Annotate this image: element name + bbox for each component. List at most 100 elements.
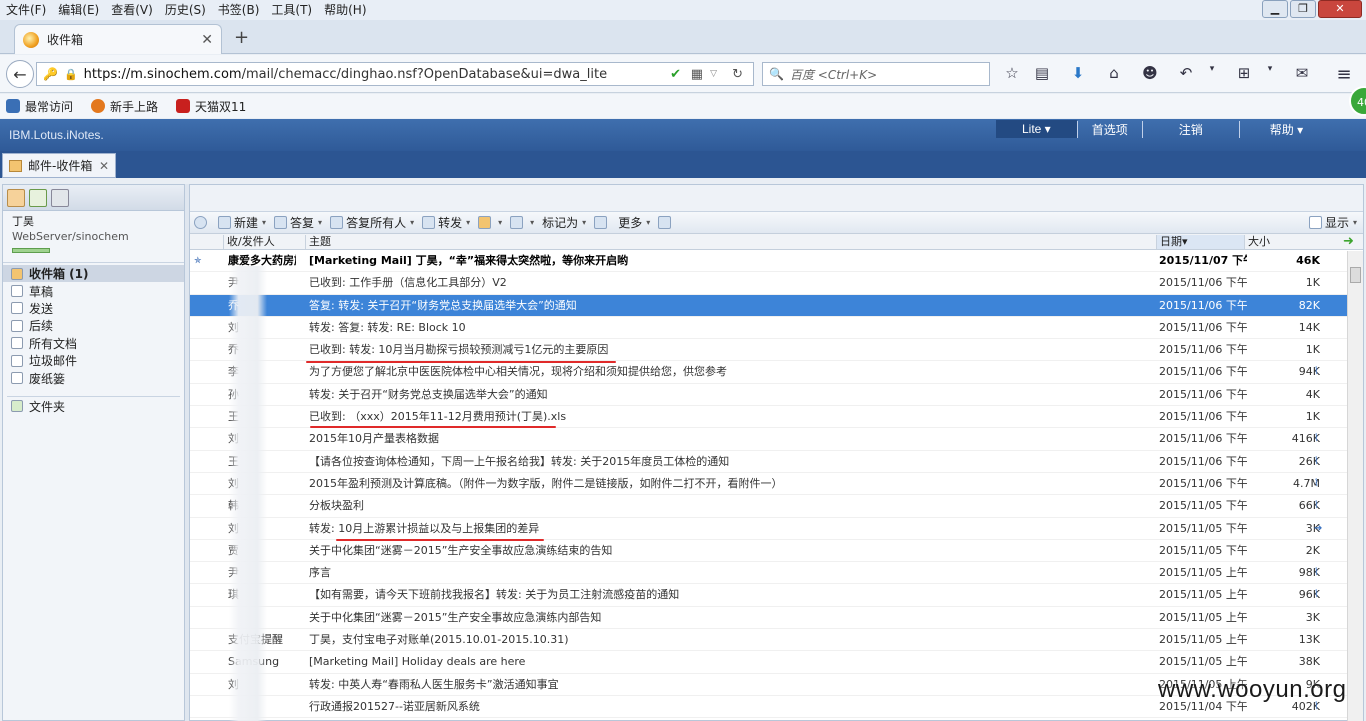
email-size: 26K — [1298, 454, 1320, 468]
table-row[interactable]: 孙 转发: 关于召开“财务党总支换届选举大会”的通知 2015/11/06 下午03… — [190, 384, 1363, 407]
mark-as-button[interactable]: 标记为 ▾ — [542, 214, 586, 231]
bookmark-getting-started[interactable]: 新手上路 — [91, 98, 158, 115]
close-window-icon[interactable]: ✕ — [1318, 0, 1362, 18]
calendar-icon[interactable] — [29, 188, 47, 207]
shield-icon[interactable]: ✔ — [670, 67, 681, 82]
table-row[interactable]: 韩 分板块盈利 2015/11/05 下午08 66K⌇ — [190, 495, 1363, 518]
table-row[interactable]: 关于中化集团“迷雾－2015”生产安全事故应急演练内部告知 2015/11/05 … — [190, 607, 1363, 630]
table-row[interactable]: 王 【请各位按查询体检通知，下周一上午报名给我】转发: 关于2015年度员工体检的… — [190, 451, 1363, 473]
home-icon[interactable]: ⌂ — [1104, 64, 1124, 84]
message-icon[interactable]: ✉ — [1292, 64, 1312, 84]
email-from: 乔 — [228, 343, 239, 357]
folder-junk[interactable]: 垃圾邮件 — [3, 352, 184, 369]
contacts-icon[interactable] — [51, 188, 69, 207]
back-icon[interactable]: ← — [6, 60, 34, 88]
column-date[interactable]: 日期▾ — [1156, 235, 1244, 249]
folder-all-documents[interactable]: 所有文档 — [3, 335, 184, 352]
table-row[interactable]: 支付宝提醒 丁昊，支付宝电子对账单(2015.10.01-2015.10.31) 2… — [190, 629, 1363, 652]
table-row[interactable]: 刘 2015年10月产量表格数据 2015/11/06 下午02 416K⌇ — [190, 428, 1363, 451]
chat-icon[interactable]: ☻ — [1140, 64, 1160, 84]
url-bar[interactable]: 🔑 🔒 https://m.sinochem.com/mail/chemacc/… — [36, 62, 754, 86]
table-row[interactable]: 李 为了方便您了解北京中医医院体检中心相关情况，现将介绍和须知提供给您，供您参考 2… — [190, 361, 1363, 384]
forward-button[interactable]: 转发 ▾ — [422, 214, 470, 231]
identity-icon[interactable]: 🔑 — [43, 67, 58, 81]
table-row[interactable]: ✯ 康爱多大药房旗舰 [Marketing Mail] 丁昊，“幸”福来得太突然啦，… — [190, 250, 1363, 273]
email-from: 乔 — [228, 298, 239, 312]
menu-file[interactable]: 文件(F) — [0, 0, 52, 20]
vertical-scrollbar[interactable] — [1347, 251, 1363, 721]
email-subject: 【如有需要，请今天下班前找我报名】转发: 关于为员工注射流感疫苗的通知 — [309, 588, 680, 602]
table-row[interactable]: 刘 2015年盈利预测及计算底稿。（附件一为数字版，附件二是链接版，如附件二打不开… — [190, 473, 1363, 496]
unread-star-icon — [194, 674, 208, 696]
unread-star-icon — [194, 272, 208, 294]
dropdown-arrow-icon[interactable]: ▽ — [710, 69, 717, 79]
table-row[interactable]: 贾 关于中化集团“迷雾－2015”生产安全事故应急演练结束的告知 2015/11/0… — [190, 540, 1363, 563]
search-input[interactable]: 🔍 百度 <Ctrl+K> — [762, 62, 990, 86]
column-size[interactable]: 大小 — [1244, 235, 1308, 249]
qrcode-icon[interactable]: ▦ — [691, 67, 703, 82]
folder-drafts[interactable]: 草稿 — [3, 282, 184, 299]
table-row[interactable]: Samsung [Marketing Mail] Holiday deals ar… — [190, 651, 1363, 674]
reload-icon[interactable]: ↻ — [732, 67, 743, 82]
email-from: 刘 — [228, 521, 239, 535]
bookmark-star-icon[interactable]: ☆ — [1002, 64, 1022, 84]
reading-list-icon[interactable]: ▤ — [1032, 64, 1052, 84]
folder-inbox[interactable]: 收件箱 (1) — [3, 265, 184, 283]
refresh-button[interactable] — [194, 216, 210, 229]
column-subject[interactable]: 主题 — [305, 235, 1156, 249]
table-row[interactable]: 乔 已收到: 转发: 10月当月勘探亏损较预测减亏1亿元的主要原因 2015/11/… — [190, 339, 1363, 362]
table-row[interactable]: 刘 转发: 10月上游累计损益以及与上报集团的差异 2015/11/05 下午01 3… — [190, 518, 1363, 540]
table-row[interactable]: 刘 转发: 答复: 转发: RE: Block 10 2015/11/06 下午04… — [190, 317, 1363, 340]
hamburger-menu-icon[interactable]: ≡ — [1334, 64, 1354, 85]
move-folder-button[interactable]: ▾ — [478, 216, 502, 229]
crop-icon[interactable]: ⊞ — [1234, 64, 1254, 84]
table-row[interactable]: 尹 序言 2015/11/05 上午10 98K⌇ — [190, 562, 1363, 585]
close-tab-icon[interactable]: ✕ — [201, 32, 213, 48]
close-app-tab-icon[interactable]: ✕ — [99, 159, 109, 173]
table-row[interactable]: 琪 【如有需要，请今天下班前找我报名】转发: 关于为员工注射流感疫苗的通知 2015… — [190, 584, 1363, 607]
new-button[interactable]: 新建 ▾ — [218, 214, 266, 231]
folder-trash[interactable]: 废纸篓 — [3, 369, 184, 386]
browser-tab-inbox[interactable]: 收件箱 ✕ — [14, 24, 222, 54]
lite-menu[interactable]: Lite ▾ — [996, 120, 1077, 138]
menu-history[interactable]: 历史(S) — [159, 0, 212, 20]
email-subject: 序言 — [309, 566, 331, 580]
table-row[interactable]: 尹 已收到: 工作手册（信息化工具部分）V2 2015/11/06 下午04 1K — [190, 272, 1363, 295]
undo-icon[interactable]: ↶ — [1176, 64, 1196, 84]
flag-button[interactable]: ▾ — [510, 216, 534, 229]
column-from[interactable]: 收/发件人 — [223, 235, 305, 249]
menu-bookmarks[interactable]: 书签(B) — [212, 0, 266, 20]
next-page-icon[interactable]: ➜ — [1343, 234, 1354, 249]
new-tab-icon[interactable]: + — [234, 27, 249, 48]
menu-help[interactable]: 帮助(H) — [318, 0, 372, 20]
folder-followup[interactable]: 后续 — [3, 317, 184, 334]
print-button[interactable] — [658, 216, 674, 229]
crop-dropdown-icon[interactable]: ▾ — [1260, 64, 1280, 84]
minimize-icon[interactable]: ▁ — [1262, 0, 1288, 18]
reply-button[interactable]: 答复 ▾ — [274, 214, 322, 231]
mail-view-icon[interactable] — [7, 188, 25, 207]
unread-star-icon — [194, 562, 208, 584]
more-button[interactable]: 更多 ▾ — [618, 214, 650, 231]
menu-tools[interactable]: 工具(T) — [265, 0, 318, 20]
tab-mail-inbox[interactable]: 邮件-收件箱 ✕ — [2, 153, 116, 178]
help-menu[interactable]: 帮助 ▾ — [1238, 120, 1333, 138]
undo-dropdown-icon[interactable]: ▾ — [1202, 64, 1222, 84]
delete-button[interactable] — [594, 216, 610, 229]
menu-edit[interactable]: 编辑(E) — [52, 0, 105, 20]
chevron-down-icon: ▾ — [498, 218, 503, 227]
folder-folders[interactable]: 文件夹 — [3, 398, 184, 415]
restore-icon[interactable]: ❐ — [1290, 0, 1316, 18]
logout-link[interactable]: 注销 — [1141, 120, 1239, 138]
folder-sent[interactable]: 发送 — [3, 300, 184, 317]
table-row[interactable]: 乔 答复: 转发: 关于召开“财务党总支换届选举大会”的通知 2015/11/06 … — [190, 294, 1363, 317]
bookmark-most-visited[interactable]: 最常访问 — [6, 98, 73, 115]
download-icon[interactable]: ⬇ — [1068, 64, 1088, 84]
menu-view[interactable]: 查看(V) — [105, 0, 159, 20]
preferences-link[interactable]: 首选项 — [1076, 120, 1142, 138]
show-button[interactable]: 显示 ▾ — [1308, 214, 1357, 231]
bookmark-tmall[interactable]: 天猫双11 — [176, 98, 246, 115]
reply-all-button[interactable]: 答复所有人 ▾ — [330, 214, 414, 231]
lock-icon: 🔒 — [63, 67, 78, 81]
scrollbar-thumb[interactable] — [1350, 267, 1361, 283]
